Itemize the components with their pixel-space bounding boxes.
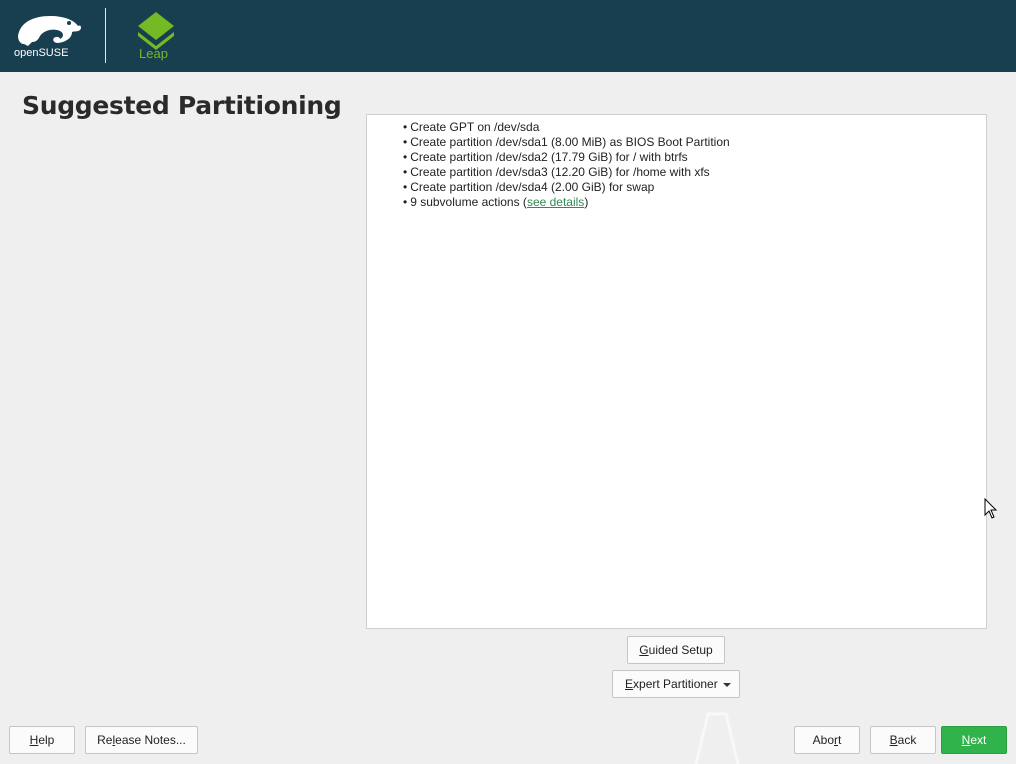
action-text: Create partition /dev/sda1 (8.00 MiB) as… — [410, 135, 730, 149]
button-label: ext — [970, 733, 987, 747]
mnemonic: G — [639, 643, 649, 657]
mnemonic: H — [29, 733, 39, 747]
expert-partitioner-button[interactable]: Expert Partitioner — [612, 670, 740, 698]
brand-text: openSUSE — [14, 47, 68, 58]
header-divider — [105, 8, 106, 63]
button-label: uided Setup — [648, 643, 713, 657]
partition-summary-panel: • Create GPT on /dev/sda • Create partitio… — [366, 114, 987, 629]
bullet-icon: • — [403, 150, 408, 164]
chevron-down-icon — [723, 683, 731, 687]
subvolume-suffix: ) — [584, 195, 589, 209]
back-button[interactable]: Back — [870, 726, 936, 754]
watermark-arch-icon — [694, 712, 740, 764]
button-label: Abo — [812, 733, 834, 747]
help-button[interactable]: Help — [9, 726, 75, 754]
bullet-icon: • — [403, 120, 408, 134]
leap-layers-icon: Leap — [138, 12, 174, 61]
mnemonic: B — [889, 733, 898, 747]
release-notes-button[interactable]: Re l ease Notes... — [85, 726, 198, 754]
mnemonic: N — [961, 733, 971, 747]
guided-setup-button[interactable]: Guided Setup — [627, 636, 725, 664]
bullet-icon: • — [403, 165, 408, 179]
list-item: • Create partition /dev/sda3 (12.20 GiB) … — [403, 165, 730, 180]
next-button[interactable]: Next — [941, 726, 1007, 754]
action-text: Create partition /dev/sda2 (17.79 GiB) f… — [410, 150, 688, 164]
list-item: • Create partition /dev/sda1 (8.00 MiB) a… — [403, 135, 730, 150]
button-label: Re — [97, 733, 113, 747]
opensuse-chameleon-icon: openSUSE — [14, 16, 82, 58]
product-text: Leap — [139, 46, 168, 61]
abort-button[interactable]: Abo r t — [794, 726, 860, 754]
action-text: Create GPT on /dev/sda — [410, 120, 540, 134]
page-title: Suggested Partitioning — [22, 91, 342, 120]
mouse-pointer-icon — [984, 498, 998, 519]
header-bar: openSUSE Leap — [0, 0, 1016, 72]
bullet-icon: • — [403, 135, 408, 149]
partition-actions-list: • Create GPT on /dev/sda • Create partitio… — [403, 120, 730, 210]
list-item: • Create partition /dev/sda2 (17.79 GiB) … — [403, 150, 730, 165]
button-label: ease Notes... — [115, 733, 186, 747]
list-item: • 9 subvolume actions (see details) — [403, 195, 730, 210]
bullet-icon: • — [403, 195, 408, 209]
mnemonic: E — [625, 677, 634, 691]
subvolume-prefix: 9 subvolume actions ( — [410, 195, 527, 209]
action-text: Create partition /dev/sda3 (12.20 GiB) f… — [410, 165, 710, 179]
bullet-icon: • — [403, 180, 408, 194]
button-label: t — [838, 733, 842, 747]
button-label: xpert Partitioner — [633, 677, 718, 691]
button-label: ack — [897, 733, 917, 747]
action-text: Create partition /dev/sda4 (2.00 GiB) fo… — [410, 180, 655, 194]
list-item: • Create partition /dev/sda4 (2.00 GiB) f… — [403, 180, 730, 195]
see-details-link[interactable]: see details — [527, 195, 584, 209]
list-item: • Create GPT on /dev/sda — [403, 120, 730, 135]
button-label: elp — [38, 733, 55, 747]
